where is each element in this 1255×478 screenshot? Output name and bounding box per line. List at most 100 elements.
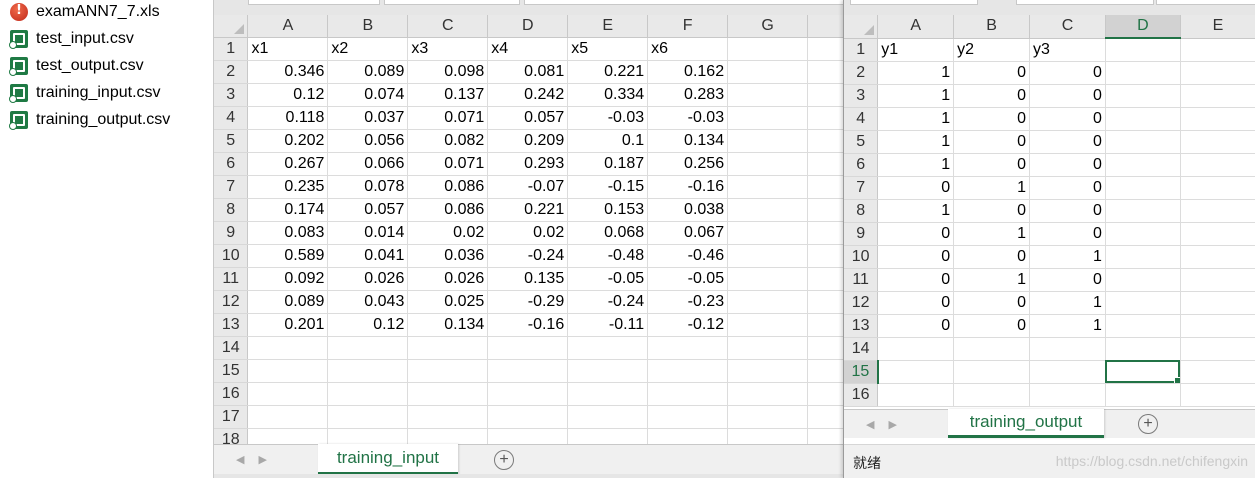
row-header[interactable]: 13 bbox=[844, 314, 879, 338]
cell[interactable] bbox=[807, 60, 846, 84]
cell[interactable] bbox=[807, 244, 846, 268]
cell[interactable]: 1 bbox=[953, 222, 1031, 246]
cell[interactable]: 0 bbox=[877, 176, 955, 200]
row-header[interactable]: 1 bbox=[214, 37, 249, 61]
cell[interactable] bbox=[727, 290, 808, 314]
cell[interactable]: 0.089 bbox=[327, 60, 409, 84]
row-header[interactable]: 14 bbox=[844, 337, 879, 361]
file-item-test-output[interactable]: test_output.csv bbox=[9, 55, 144, 77]
cell[interactable]: x3 bbox=[407, 37, 489, 61]
cell[interactable]: 0.086 bbox=[407, 198, 489, 222]
cell[interactable]: 0 bbox=[953, 245, 1031, 269]
file-item-training-output[interactable]: training_output.csv bbox=[9, 109, 170, 131]
cell[interactable]: 0.038 bbox=[647, 198, 729, 222]
cell[interactable] bbox=[807, 83, 846, 107]
cell[interactable]: 0 bbox=[1029, 176, 1106, 200]
column-header[interactable]: C bbox=[407, 15, 489, 38]
cell[interactable]: y3 bbox=[1029, 38, 1106, 62]
cell[interactable]: 0 bbox=[877, 222, 955, 246]
row-header[interactable]: 17 bbox=[214, 405, 249, 429]
cell[interactable] bbox=[1105, 153, 1181, 177]
cell[interactable]: -0.24 bbox=[567, 290, 649, 314]
cell[interactable]: 1 bbox=[1029, 245, 1106, 269]
cell[interactable]: 0.086 bbox=[407, 175, 489, 199]
cell[interactable] bbox=[727, 83, 808, 107]
cell[interactable]: 0 bbox=[1029, 84, 1106, 108]
column-header[interactable]: A bbox=[877, 15, 955, 39]
cell[interactable] bbox=[327, 382, 409, 406]
cell[interactable]: 0.092 bbox=[247, 267, 329, 291]
cell[interactable]: -0.24 bbox=[487, 244, 569, 268]
cell[interactable] bbox=[807, 382, 846, 406]
cell[interactable]: 0 bbox=[877, 245, 955, 269]
cell[interactable] bbox=[807, 37, 846, 61]
cell[interactable] bbox=[327, 359, 409, 383]
file-item-exam-xls[interactable]: examANN7_7.xls bbox=[10, 1, 160, 23]
cell[interactable] bbox=[487, 405, 569, 429]
cell[interactable] bbox=[567, 382, 649, 406]
cell[interactable]: 0.134 bbox=[407, 313, 489, 337]
cell[interactable] bbox=[807, 290, 846, 314]
cell[interactable] bbox=[1105, 383, 1181, 407]
cell[interactable] bbox=[1180, 176, 1255, 200]
column-header[interactable]: E bbox=[567, 15, 649, 38]
cell[interactable] bbox=[727, 60, 808, 84]
select-all-corner[interactable] bbox=[844, 15, 879, 39]
cell[interactable] bbox=[727, 198, 808, 222]
cell[interactable] bbox=[1180, 268, 1255, 292]
cell[interactable] bbox=[1180, 199, 1255, 223]
column-header[interactable] bbox=[807, 15, 846, 38]
cell[interactable]: 0 bbox=[1029, 130, 1106, 154]
sheet-nav-arrows-icon[interactable]: ◀▶ bbox=[866, 418, 911, 431]
cell[interactable]: -0.29 bbox=[487, 290, 569, 314]
row-header[interactable]: 14 bbox=[214, 336, 249, 360]
cell[interactable]: 0.162 bbox=[647, 60, 729, 84]
cell[interactable]: x6 bbox=[647, 37, 729, 61]
cell[interactable]: 0.153 bbox=[567, 198, 649, 222]
cell[interactable] bbox=[647, 336, 729, 360]
cell[interactable] bbox=[807, 405, 846, 429]
row-header[interactable]: 15 bbox=[214, 359, 249, 383]
row-header[interactable]: 10 bbox=[844, 245, 879, 269]
column-header[interactable]: D bbox=[487, 15, 569, 38]
row-header[interactable]: 6 bbox=[844, 153, 879, 177]
cell[interactable]: 1 bbox=[1029, 314, 1106, 338]
cell[interactable] bbox=[247, 336, 329, 360]
cell[interactable] bbox=[1105, 314, 1181, 338]
cell[interactable]: 0.081 bbox=[487, 60, 569, 84]
cell[interactable] bbox=[1029, 337, 1106, 361]
cell[interactable] bbox=[807, 152, 846, 176]
row-header[interactable]: 2 bbox=[214, 60, 249, 84]
cell[interactable] bbox=[1105, 107, 1181, 131]
row-header[interactable]: 5 bbox=[214, 129, 249, 153]
cell[interactable] bbox=[953, 383, 1031, 407]
row-header[interactable]: 11 bbox=[844, 268, 879, 292]
cell[interactable] bbox=[727, 405, 808, 429]
cell[interactable] bbox=[407, 382, 489, 406]
cell[interactable]: -0.03 bbox=[647, 106, 729, 130]
cell[interactable] bbox=[807, 198, 846, 222]
cell[interactable]: 0.174 bbox=[247, 198, 329, 222]
cell[interactable] bbox=[1105, 84, 1181, 108]
spreadsheet-grid-training-output[interactable]: ABCDE 1 y1 y2 y3 2 1 0 0 3 1 0 0 4 1 0 0 5 1 0 0 6 1 0 0 7 0 1 0 8 1 0… bbox=[844, 15, 1255, 407]
select-all-corner[interactable] bbox=[214, 15, 249, 38]
cell[interactable]: 0.134 bbox=[647, 129, 729, 153]
cell[interactable]: 0.589 bbox=[247, 244, 329, 268]
cell[interactable] bbox=[487, 336, 569, 360]
cell[interactable]: 0 bbox=[1029, 61, 1106, 85]
row-header[interactable]: 16 bbox=[214, 382, 249, 406]
row-header[interactable]: 11 bbox=[214, 267, 249, 291]
cell[interactable] bbox=[567, 359, 649, 383]
cell[interactable] bbox=[1180, 383, 1255, 407]
cell[interactable]: 1 bbox=[953, 268, 1031, 292]
cell[interactable] bbox=[807, 175, 846, 199]
column-header[interactable]: B bbox=[327, 15, 409, 38]
cell[interactable] bbox=[807, 129, 846, 153]
cell[interactable] bbox=[1105, 130, 1181, 154]
cell[interactable] bbox=[647, 359, 729, 383]
cell[interactable]: 0 bbox=[953, 107, 1031, 131]
cell[interactable]: 0.071 bbox=[407, 152, 489, 176]
cell[interactable]: 0.135 bbox=[487, 267, 569, 291]
row-header[interactable]: 1 bbox=[844, 38, 879, 62]
cell[interactable]: 0.071 bbox=[407, 106, 489, 130]
